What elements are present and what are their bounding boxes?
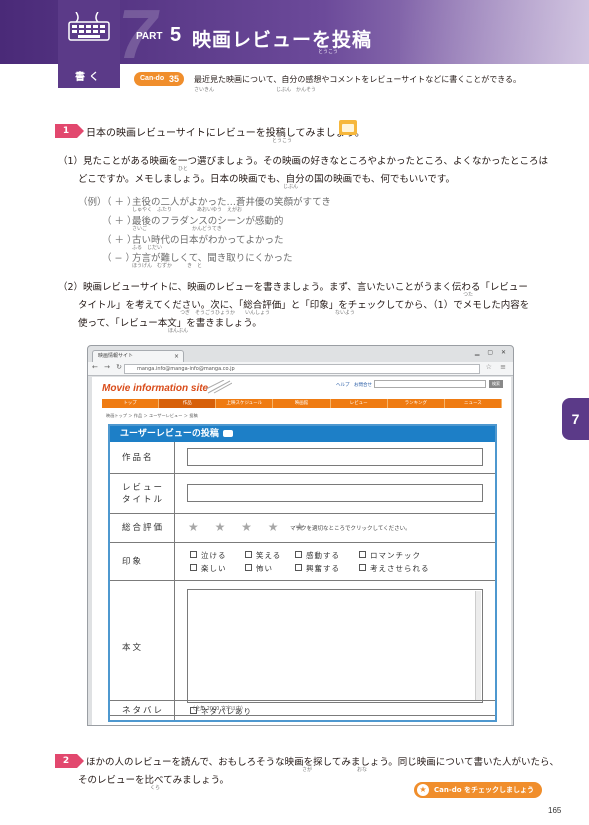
browser-toolbar: ← → ↻ manga.info@manga-info@manga.co.jp …: [88, 362, 513, 376]
cando-check-label: Can-do をチェックしましょう: [434, 786, 535, 794]
label-impression: 印象: [110, 543, 175, 580]
nav-item-review[interactable]: レビュー: [331, 399, 388, 408]
checkbox-impression[interactable]: 感動する: [295, 550, 340, 561]
step-2-ruby-3: ほんぶん: [168, 328, 189, 334]
cando-description: 最近見た映画について、自分の感想やコメントをレビューサイトなどに書くことができる…: [194, 75, 522, 84]
cando-ruby-2: じぶん かんそう: [276, 87, 317, 93]
step-1-line-1: （1）見たことがある映画を一つ選びましょう。その映画の好きなところやよかったとこ…: [58, 156, 548, 167]
row-review-title: レビュー タイトル: [110, 474, 495, 514]
task-1-badge: 1: [55, 124, 84, 138]
checkbox-impression[interactable]: 怖い: [245, 563, 273, 574]
comment-icon: [222, 430, 233, 437]
address-bar[interactable]: manga.info@manga-info@manga.co.jp: [124, 364, 480, 374]
review-form: ユーザーレビューの投稿 作品名 レビュー タイトル 総合評価 ★ ★ ★ ★ ★…: [108, 424, 497, 722]
nav-item-works[interactable]: 作品: [159, 399, 217, 408]
cando-check-button[interactable]: ★ Can-do をチェックしましょう: [414, 782, 542, 798]
nav-item-schedule[interactable]: 上映スケジュール: [216, 399, 274, 408]
textarea-scrollbar[interactable]: [475, 591, 481, 701]
title-ruby: とうこう: [318, 49, 339, 55]
row-rating: 総合評価 ★ ★ ★ ★ ★ マークを適切なところでクリックしてください。: [110, 514, 495, 543]
website-content: Movie information site ヘルプ お問合せ 検索 トップ 作…: [92, 377, 511, 725]
row-title: 作品名: [110, 442, 495, 474]
part-label: PART: [136, 31, 163, 42]
checkbox-impression[interactable]: 楽しい: [190, 563, 227, 574]
cando-ruby-1: さいきん: [194, 87, 215, 93]
example-mark: （ ＋ ）: [102, 216, 137, 227]
chapter-side-tab: 7: [562, 398, 589, 440]
nav-item-top[interactable]: トップ: [102, 399, 160, 408]
row-spoiler: ネタバレ ネタバレあり: [110, 700, 495, 720]
label-spoiler: ネタバレ: [110, 701, 175, 720]
global-nav: トップ 作品 上映スケジュール 映画館 レビュー ランキング ニュース: [102, 399, 502, 408]
checkbox-impression[interactable]: 考えさせられる: [359, 563, 430, 574]
nav-item-ranking[interactable]: ランキング: [388, 399, 445, 408]
category-box: 書く: [58, 0, 120, 88]
cando-number: 35: [168, 74, 179, 84]
task-2-ruby-1: さが おな: [302, 767, 368, 773]
browser-window: 映画情報サイト × ▁ ▢ ✕ ← → ↻ manga.info@manga-i…: [87, 345, 514, 726]
label-review-title: レビュー タイトル: [110, 474, 175, 513]
form-heading-text: ユーザーレビューの投稿: [120, 429, 219, 439]
example-mark: （ ＋ ）: [102, 235, 137, 246]
site-logo[interactable]: Movie information site: [102, 383, 208, 394]
nav-item-theaters[interactable]: 映画館: [273, 399, 331, 408]
category-label: 書く: [75, 72, 103, 83]
window-controls[interactable]: ▁ ▢ ✕: [475, 349, 509, 356]
body-textarea[interactable]: [187, 589, 483, 703]
example-mark: （ ＋ ）: [102, 197, 137, 208]
label-body: 本文: [110, 581, 175, 715]
bookmark-menu-icon[interactable]: ☆ ≡: [486, 363, 509, 371]
task-2-badge: 2: [55, 754, 84, 768]
task-2-ruby-2: くら: [150, 785, 161, 791]
site-search-input[interactable]: [374, 380, 486, 388]
checkbox-impression[interactable]: 泣ける: [190, 550, 227, 561]
label-rating: 総合評価: [110, 514, 175, 542]
part-number: 5: [170, 24, 182, 46]
example-ruby: しゅやく ふたり あおいゆう えがお: [132, 207, 243, 213]
form-heading: ユーザーレビューの投稿: [110, 426, 495, 442]
page-number: 165: [548, 806, 562, 815]
breadcrumb[interactable]: 映画トップ ＞ 作品 ＞ ユーザーレビュー ＞ 投稿: [106, 413, 198, 419]
row-body: 本文 （全角 2000 文字以内）: [110, 581, 495, 716]
step-2-line-1: （2）映画レビューサイトに、映画のレビューを書きましょう。まず、言いたいことがう…: [58, 282, 528, 293]
nav-item-news[interactable]: ニュース: [445, 399, 502, 408]
header-links[interactable]: ヘルプ お問合せ: [336, 382, 372, 388]
film-strip-icon: [206, 380, 232, 394]
page-title: 映画レビューを投稿: [192, 29, 373, 51]
row-impression: 印象 泣ける 笑える 感動する ロマンチック 楽しい 怖い 興奮する 考えさせら…: [110, 543, 495, 581]
title-input[interactable]: [187, 448, 483, 466]
site-header: Movie information site ヘルプ お問合せ 検索: [92, 377, 511, 399]
tab-title: 映画情報サイト: [98, 353, 134, 359]
header-decoration: [400, 0, 589, 64]
folder-icon: [339, 120, 357, 135]
cando-tag-label: Can-do: [140, 75, 165, 82]
step-1-line-2: どこですか。メモしましょう。日本の映画でも、自分の国の映画でも、何でもいいです。: [78, 174, 455, 185]
review-title-input[interactable]: [187, 484, 483, 502]
label-title: 作品名: [110, 442, 175, 473]
checkbox-spoiler[interactable]: ネタバレあり: [190, 706, 252, 717]
nav-arrows-icon[interactable]: ← → ↻: [92, 363, 124, 371]
keyboard-icon: [68, 12, 110, 41]
site-search-button[interactable]: 検索: [489, 380, 503, 388]
star-icon: ★: [417, 784, 429, 796]
example-ruby: さいご かんどうてき: [132, 226, 222, 232]
step-1-ruby-2: じぶん: [283, 184, 299, 190]
browser-tab[interactable]: 映画情報サイト ×: [92, 350, 184, 362]
cando-badge: Can-do 35: [134, 72, 184, 86]
example-mark: （ − ）: [102, 253, 135, 264]
checkbox-impression[interactable]: ロマンチック: [359, 550, 421, 561]
tab-close-icon[interactable]: ×: [174, 351, 179, 362]
checkbox-impression[interactable]: 笑える: [245, 550, 281, 561]
task-1-ruby: とうこう: [272, 138, 293, 144]
task-1-text: 日本の映画レビューサイトにレビューを投稿してみましょう。: [86, 128, 365, 139]
checkbox-impression[interactable]: 興奮する: [295, 563, 340, 574]
example-ruby: ほうげん むずか き と: [132, 263, 203, 269]
example-item: （ ＋ ）古い時代の日本がわかってよかった: [102, 232, 284, 246]
rating-note: マークを適切なところでクリックしてください。: [290, 526, 411, 532]
